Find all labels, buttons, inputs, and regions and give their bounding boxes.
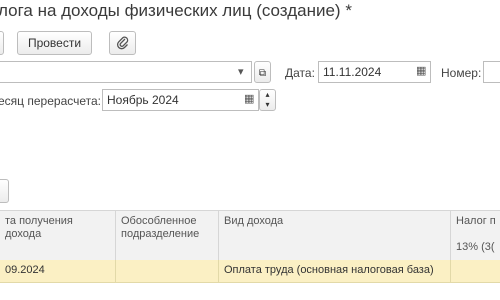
step-up-icon[interactable]: ▴ xyxy=(260,90,275,100)
date-label: Дата: xyxy=(285,66,315,80)
col-division[interactable]: Обособленное подразделение xyxy=(116,211,219,260)
post-button[interactable]: Провести xyxy=(17,31,92,55)
recalc-month-label: есяц перерасчета: xyxy=(0,94,102,108)
cell-income-type[interactable]: Оплата труда (основная налоговая база) xyxy=(219,260,451,282)
toolbar-button-left[interactable] xyxy=(0,31,4,55)
page-title: лога на доходы физических лиц (создание)… xyxy=(0,1,352,20)
step-down-icon[interactable]: ▾ xyxy=(260,100,275,110)
paperclip-icon xyxy=(116,36,128,50)
open-button[interactable]: ⧉ xyxy=(254,61,271,83)
table-row[interactable]: 09.2024 Оплата труда (основная налоговая… xyxy=(0,260,500,283)
month-stepper[interactable]: ▴ ▾ xyxy=(259,89,276,111)
organization-field[interactable] xyxy=(0,61,252,83)
cell-tax[interactable] xyxy=(451,260,500,282)
number-field[interactable] xyxy=(483,61,500,83)
col-income-type[interactable]: Вид дохода xyxy=(219,211,451,260)
number-label: Номер: xyxy=(441,66,482,80)
attach-button[interactable] xyxy=(109,31,136,55)
col-tax-rate: 13% (3( xyxy=(456,241,495,253)
calendar-icon[interactable]: ▦ xyxy=(416,64,426,77)
open-icon: ⧉ xyxy=(258,68,267,79)
table-header: та получения дохода Обособленное подразд… xyxy=(0,210,500,261)
chevron-down-icon[interactable]: ▾ xyxy=(238,65,244,78)
col-income-date[interactable]: та получения дохода xyxy=(0,211,116,260)
col-tax-label: Налог п xyxy=(456,215,496,227)
col-tax[interactable]: Налог п 13% (3( xyxy=(451,211,500,260)
calendar-icon[interactable]: ▦ xyxy=(244,92,254,105)
table-add-button[interactable] xyxy=(0,179,9,203)
cell-date[interactable]: 09.2024 xyxy=(0,260,116,282)
recalc-month-field[interactable]: Ноябрь 2024 xyxy=(102,89,259,111)
date-field[interactable]: 11.11.2024 xyxy=(318,61,431,83)
cell-division[interactable] xyxy=(116,260,219,282)
